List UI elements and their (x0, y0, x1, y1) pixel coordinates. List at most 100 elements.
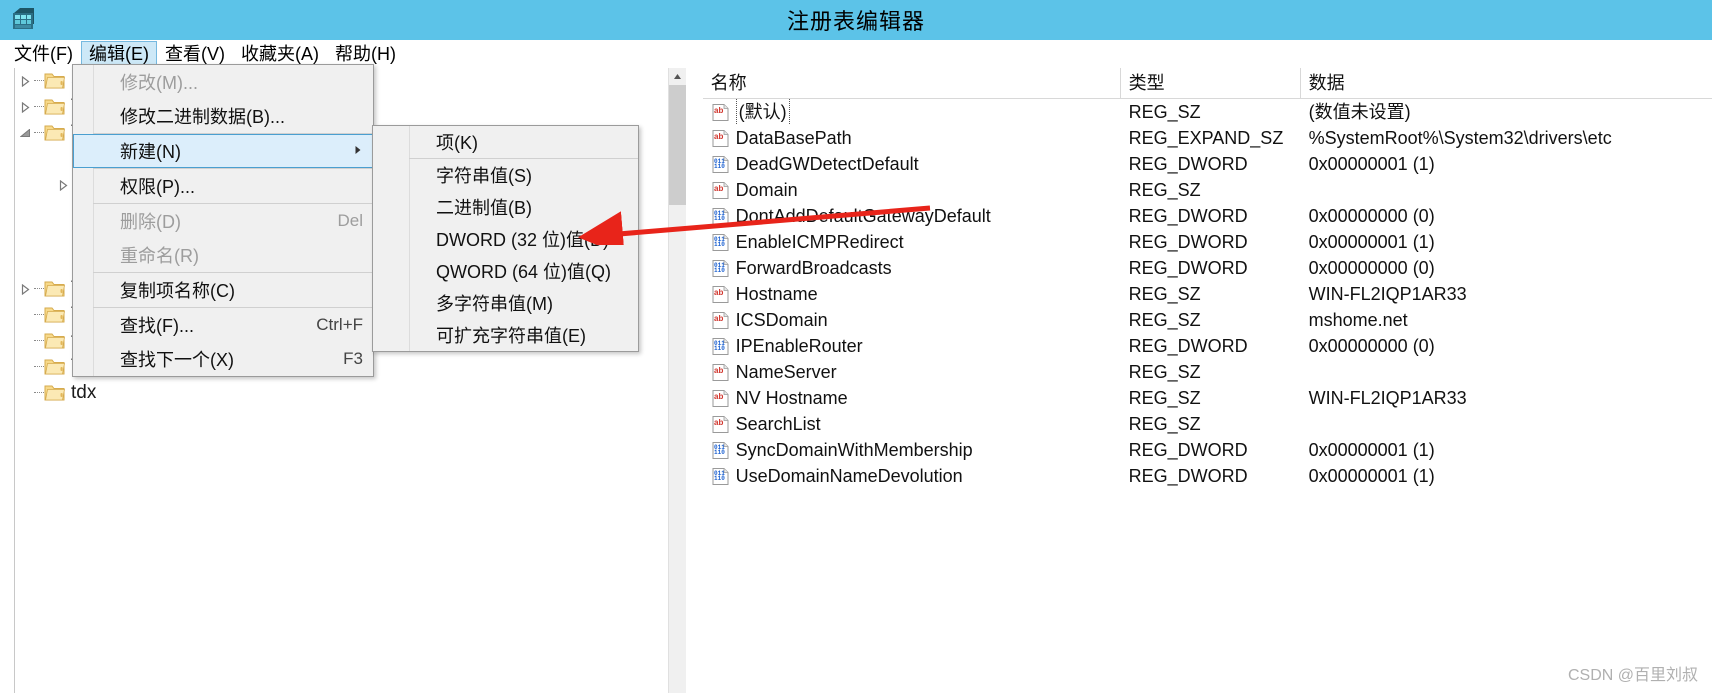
svg-text:ab: ab (714, 418, 723, 427)
value-row[interactable]: 011 110 UseDomainNameDevolution REG_DWORD 0x… (703, 463, 1712, 489)
tree-line-icon (16, 354, 34, 380)
value-name-cell: ab Domain (703, 177, 1121, 203)
tree-line-icon (54, 198, 72, 224)
chevron-collapsed-icon[interactable] (16, 94, 34, 120)
folder-icon (44, 71, 66, 91)
svg-text:110: 110 (714, 475, 725, 482)
menu-shortcut-label: Del (337, 211, 363, 230)
edit-menu-item: 重命名(R) (93, 238, 373, 272)
value-row[interactable]: ab (默认) REG_SZ (数值未设置) (703, 99, 1712, 125)
value-row[interactable]: 011 110 DeadGWDetectDefault REG_DWORD 0x0000… (703, 151, 1712, 177)
value-name-cell: 011 110 EnableICMPRedirect (703, 229, 1121, 255)
registry-values-pane: 名称 类型 数据 ab (默认) REG_SZ (数值未设置) ab DataBasePa… (700, 68, 1712, 693)
edit-menu-item-label: 复制项名称(C) (120, 281, 235, 301)
menu-gutter (73, 65, 93, 376)
string-value-icon: ab (711, 181, 730, 200)
value-data-cell: mshome.net (1308, 310, 1408, 330)
new-submenu[interactable]: 项(K) 字符串值(S) 二进制值(B) DWORD (32 位)值(D) QWORD … (372, 125, 639, 352)
value-type-cell: REG_SZ (1128, 180, 1201, 200)
value-name-cell: ab ICSDomain (703, 307, 1121, 333)
value-row[interactable]: 011 110 SyncDomainWithMembership REG_DWORD 0… (703, 437, 1712, 463)
value-row[interactable]: ab SearchList REG_SZ (703, 411, 1712, 437)
value-name-label: DataBasePath (735, 128, 852, 148)
column-header-type[interactable]: 类型 (1121, 68, 1301, 98)
value-name-cell: 011 110 DeadGWDetectDefault (703, 151, 1121, 177)
new-submenu-item[interactable]: 二进制值(B) (409, 191, 638, 223)
value-row[interactable]: ab NV Hostname REG_SZ WIN-FL2IQP1AR33 (703, 385, 1712, 411)
column-header-data[interactable]: 数据 (1301, 68, 1711, 98)
value-row[interactable]: 011 110 IPEnableRouter REG_DWORD 0x00000000 … (703, 333, 1712, 359)
value-data-cell: WIN-FL2IQP1AR33 (1308, 388, 1467, 408)
value-data-cell: %SystemRoot%\System32\drivers\etc (1308, 128, 1612, 148)
value-row[interactable]: 011 110 DontAddDefaultGatewayDefault REG_DW… (703, 203, 1712, 229)
edit-menu-item[interactable]: 修改二进制数据(B)... (93, 99, 373, 133)
new-submenu-item[interactable]: QWORD (64 位)值(Q) (409, 255, 638, 287)
column-header-name[interactable]: 名称 (703, 68, 1121, 98)
value-name-cell: 011 110 ForwardBroadcasts (703, 255, 1121, 281)
value-row[interactable]: ab DataBasePath REG_EXPAND_SZ %SystemRoot%\… (703, 125, 1712, 151)
values-list[interactable]: ab (默认) REG_SZ (数值未设置) ab DataBasePath REG_EXP… (703, 99, 1712, 489)
binary-value-icon: 011 110 (711, 259, 730, 278)
tree-scrollbar[interactable] (667, 68, 686, 693)
value-data-cell: 0x00000000 (0) (1308, 336, 1435, 356)
value-row[interactable]: 011 110 ForwardBroadcasts REG_DWORD 0x000000… (703, 255, 1712, 281)
svg-text:ab: ab (714, 106, 723, 115)
new-submenu-item[interactable]: 字符串值(S) (409, 159, 638, 191)
edit-menu-item[interactable]: 新建(N) (73, 134, 373, 168)
binary-value-icon: 011 110 (711, 233, 730, 252)
tree-connector (34, 120, 44, 146)
new-submenu-item[interactable]: 项(K) (409, 126, 638, 158)
value-row[interactable]: ab Domain REG_SZ (703, 177, 1712, 203)
value-row[interactable]: ab Hostname REG_SZ WIN-FL2IQP1AR33 (703, 281, 1712, 307)
value-row[interactable]: 011 110 EnableICMPRedirect REG_DWORD 0x00000… (703, 229, 1712, 255)
new-submenu-item[interactable]: 多字符串值(M) (409, 287, 638, 319)
value-data-cell: 0x00000001 (1) (1308, 154, 1435, 174)
edit-dropdown-menu[interactable]: 修改(M)... 修改二进制数据(B)... 新建(N) 权限(P)... 删除(D) D… (72, 64, 374, 377)
svg-text:ab: ab (714, 392, 723, 401)
string-value-icon: ab (711, 129, 730, 148)
new-submenu-item[interactable]: DWORD (32 位)值(D) (409, 223, 638, 255)
chevron-collapsed-icon[interactable] (16, 276, 34, 302)
binary-value-icon: 011 110 (711, 337, 730, 356)
value-name-cell: ab (默认) (703, 99, 1121, 125)
binary-value-icon: 011 110 (711, 441, 730, 460)
edit-menu-item[interactable]: 查找下一个(X) F3 (93, 342, 373, 376)
value-type-cell: REG_DWORD (1128, 206, 1248, 226)
value-data-cell (1301, 359, 1711, 385)
chevron-expanded-icon[interactable] (16, 120, 34, 146)
value-name-label: (默认) (735, 99, 790, 125)
value-row[interactable]: ab ICSDomain REG_SZ mshome.net (703, 307, 1712, 333)
folder-icon (44, 279, 66, 299)
svg-text:ab: ab (714, 366, 723, 375)
value-name-label: SyncDomainWithMembership (735, 440, 973, 460)
tree-item-tdx[interactable]: tdx (16, 380, 680, 406)
value-row[interactable]: ab NameServer REG_SZ (703, 359, 1712, 385)
value-name-label: DontAddDefaultGatewayDefault (735, 206, 991, 226)
edit-menu-item: 修改(M)... (93, 65, 373, 99)
binary-value-icon: 011 110 (711, 155, 730, 174)
folder-icon (44, 383, 66, 403)
svg-text:110: 110 (714, 267, 725, 274)
string-value-icon: ab (711, 103, 730, 122)
string-value-icon: ab (711, 389, 730, 408)
chevron-collapsed-icon[interactable] (16, 68, 34, 94)
value-type-cell: REG_SZ (1128, 362, 1201, 382)
scrollbar-thumb[interactable] (668, 85, 686, 205)
value-name-label: ICSDomain (735, 310, 828, 330)
menu-file[interactable]: 文件(F) (6, 41, 81, 67)
new-submenu-item-label: 二进制值(B) (436, 198, 532, 218)
new-submenu-item[interactable]: 可扩充字符串值(E) (409, 319, 638, 351)
tree-line-icon (54, 224, 72, 250)
value-name-cell: 011 110 DontAddDefaultGatewayDefault (703, 203, 1121, 229)
menu-shortcut-label: Ctrl+F (316, 315, 363, 334)
scroll-up-icon[interactable] (668, 68, 686, 85)
edit-menu-item[interactable]: 复制项名称(C) (93, 273, 373, 307)
chevron-collapsed-icon[interactable] (54, 172, 72, 198)
new-submenu-items: 项(K) 字符串值(S) 二进制值(B) DWORD (32 位)值(D) QWORD … (373, 126, 638, 351)
tree-line-icon (54, 146, 72, 172)
registry-editor-window: 注册表编辑器 文件(F) 编辑(E) 查看(V) 收藏夹(A) 帮助(H) Sy… (0, 0, 1712, 693)
edit-menu-item[interactable]: 查找(F)... Ctrl+F (93, 308, 373, 342)
menu-shortcut-label: F3 (343, 349, 363, 368)
edit-menu-item[interactable]: 权限(P)... (93, 169, 373, 203)
value-type-cell: REG_SZ (1128, 310, 1201, 330)
